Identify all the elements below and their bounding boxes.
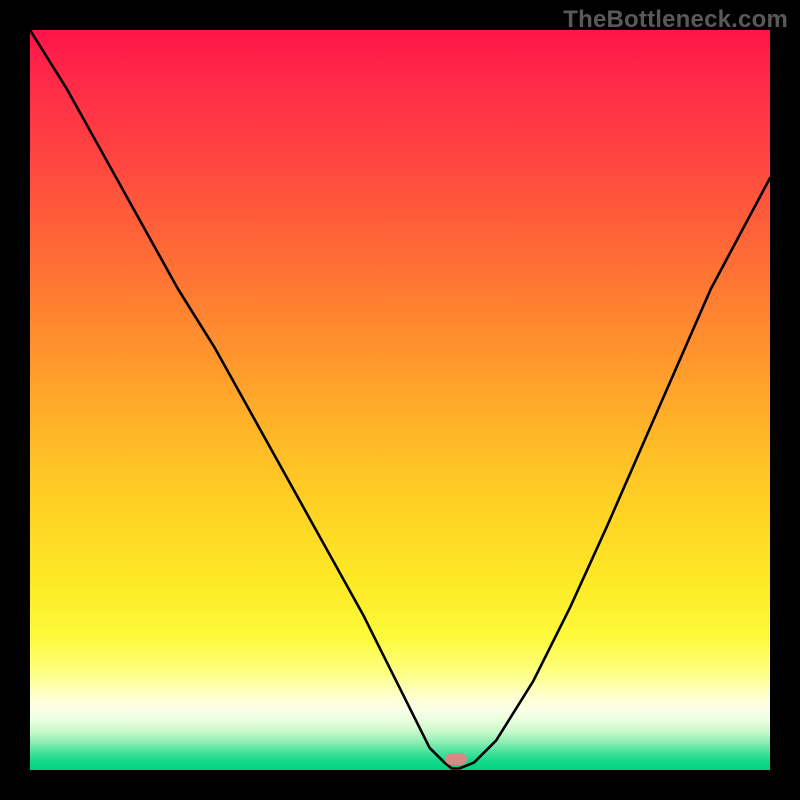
optimum-marker — [445, 753, 467, 765]
chart-container: TheBottleneck.com — [0, 0, 800, 800]
watermark-text: TheBottleneck.com — [563, 6, 788, 34]
bottleneck-curve-path — [30, 30, 770, 769]
plot-area — [30, 30, 770, 770]
curve-svg — [30, 30, 770, 770]
